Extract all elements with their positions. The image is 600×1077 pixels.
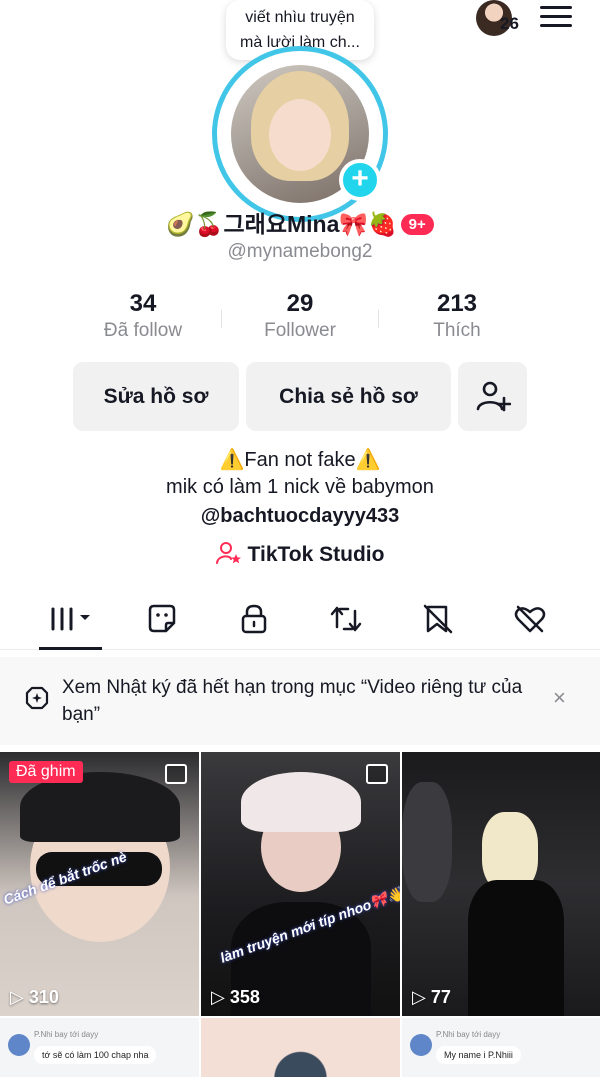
stat-following-label: Đã follow [103, 320, 183, 341]
username: @mynamebong2 [227, 241, 373, 262]
lock-icon [241, 604, 267, 634]
add-story-icon[interactable]: + [339, 159, 381, 201]
bio-line: mik có làm 1 nick về babymon [166, 476, 434, 498]
photo-icon [366, 764, 388, 784]
pinned-badge: Đã ghim [9, 761, 83, 783]
stat-followers-count: 29 [286, 290, 314, 317]
edit-profile-button[interactable]: Sửa hồ sơ [73, 362, 239, 431]
close-icon[interactable]: × [553, 687, 566, 709]
view-count: ▷ 77 [412, 987, 451, 1007]
comment-text: tớ sẽ có làm 100 chap nha [34, 1046, 157, 1064]
grid-icon [50, 607, 90, 631]
friend-count: 26 [500, 14, 519, 33]
add-user-icon [476, 381, 511, 412]
notification-badge[interactable]: 9+ [400, 214, 434, 235]
display-name-text: 🥑🍒그래요Mina🎀🍓 [166, 211, 397, 237]
avatar[interactable]: + [212, 46, 388, 222]
view-count: ▷ 310 [10, 987, 59, 1007]
bio-line: ⚠️Fan not fake⚠️ [219, 449, 381, 471]
stat-followers[interactable]: 29 Follower [221, 290, 379, 342]
top-bar: viết nhìu truyện mà lười làm ch... 26 [0, 0, 600, 66]
sticker-icon [148, 604, 176, 633]
bio-linked-account[interactable]: @bachtuocdayyy433 [0, 505, 600, 528]
hidden-heart-icon [514, 605, 546, 633]
active-tab-indicator [39, 647, 102, 650]
note-line-1: viết nhìu truyện [245, 9, 355, 26]
menu-icon[interactable] [540, 4, 574, 30]
notice-text: Xem Nhật ký đã hết hạn trong mục “Video … [62, 677, 523, 725]
video-grid: Đã ghim Cách để bắt trốc nè ▷ 310 làm tr… [0, 752, 600, 1077]
expired-log-notice[interactable]: Xem Nhật ký đã hết hạn trong mục “Video … [0, 657, 600, 745]
tab-liked[interactable] [470, 595, 590, 650]
stat-likes[interactable]: 213 Thích [378, 290, 536, 342]
studio-label: TikTok Studio [247, 543, 385, 566]
video-thumbnail[interactable]: P.Nhi bay tới dayy My name i P.Nhiii [402, 1018, 600, 1077]
stat-likes-count: 213 [436, 290, 478, 317]
video-thumbnail[interactable]: ▷ 77 [402, 752, 600, 1016]
sparkle-box-icon [25, 686, 49, 710]
share-profile-button[interactable]: Chia sẻ hồ sơ [246, 362, 451, 431]
stat-followers-label: Follower [264, 320, 336, 341]
comment-avatar [410, 1034, 432, 1056]
tiktok-studio-link[interactable]: TikTok Studio [0, 541, 600, 567]
profile-stats: 34 Đã follow 29 Follower 213 Thích [64, 290, 536, 346]
comment-avatar [8, 1034, 30, 1056]
view-count-value: 77 [430, 987, 451, 1007]
content-tabs [0, 595, 600, 650]
view-count-value: 358 [229, 987, 260, 1007]
comment-text: My name i P.Nhiii [436, 1046, 521, 1064]
video-thumbnail[interactable]: P.Nhi bay tới dayy tớ sẽ có làm 100 chap… [0, 1018, 199, 1077]
stat-following-count: 34 [129, 290, 157, 317]
video-thumbnail[interactable] [201, 1018, 400, 1077]
video-thumbnail[interactable]: làm truyện mới típ nhoo🎀👋 ▷ 358 [201, 752, 400, 1016]
stat-likes-label: Thích [433, 320, 481, 341]
commenter-name: P.Nhi bay tới dayy [34, 1030, 99, 1039]
view-count: ▷ 358 [211, 987, 260, 1007]
commenter-name: P.Nhi bay tới dayy [436, 1030, 501, 1039]
repost-icon [330, 606, 362, 632]
display-name: 🥑🍒그래요Mina🎀🍓 9+ [0, 205, 600, 239]
add-friend-button[interactable] [458, 362, 527, 431]
hidden-bookmark-icon [423, 604, 453, 634]
stat-following[interactable]: 34 Đã follow [64, 290, 222, 342]
studio-icon [215, 542, 241, 564]
view-count-value: 310 [28, 987, 59, 1007]
video-thumbnail[interactable]: Đã ghim Cách để bắt trốc nè ▷ 310 [0, 752, 199, 1016]
photo-icon [165, 764, 187, 784]
